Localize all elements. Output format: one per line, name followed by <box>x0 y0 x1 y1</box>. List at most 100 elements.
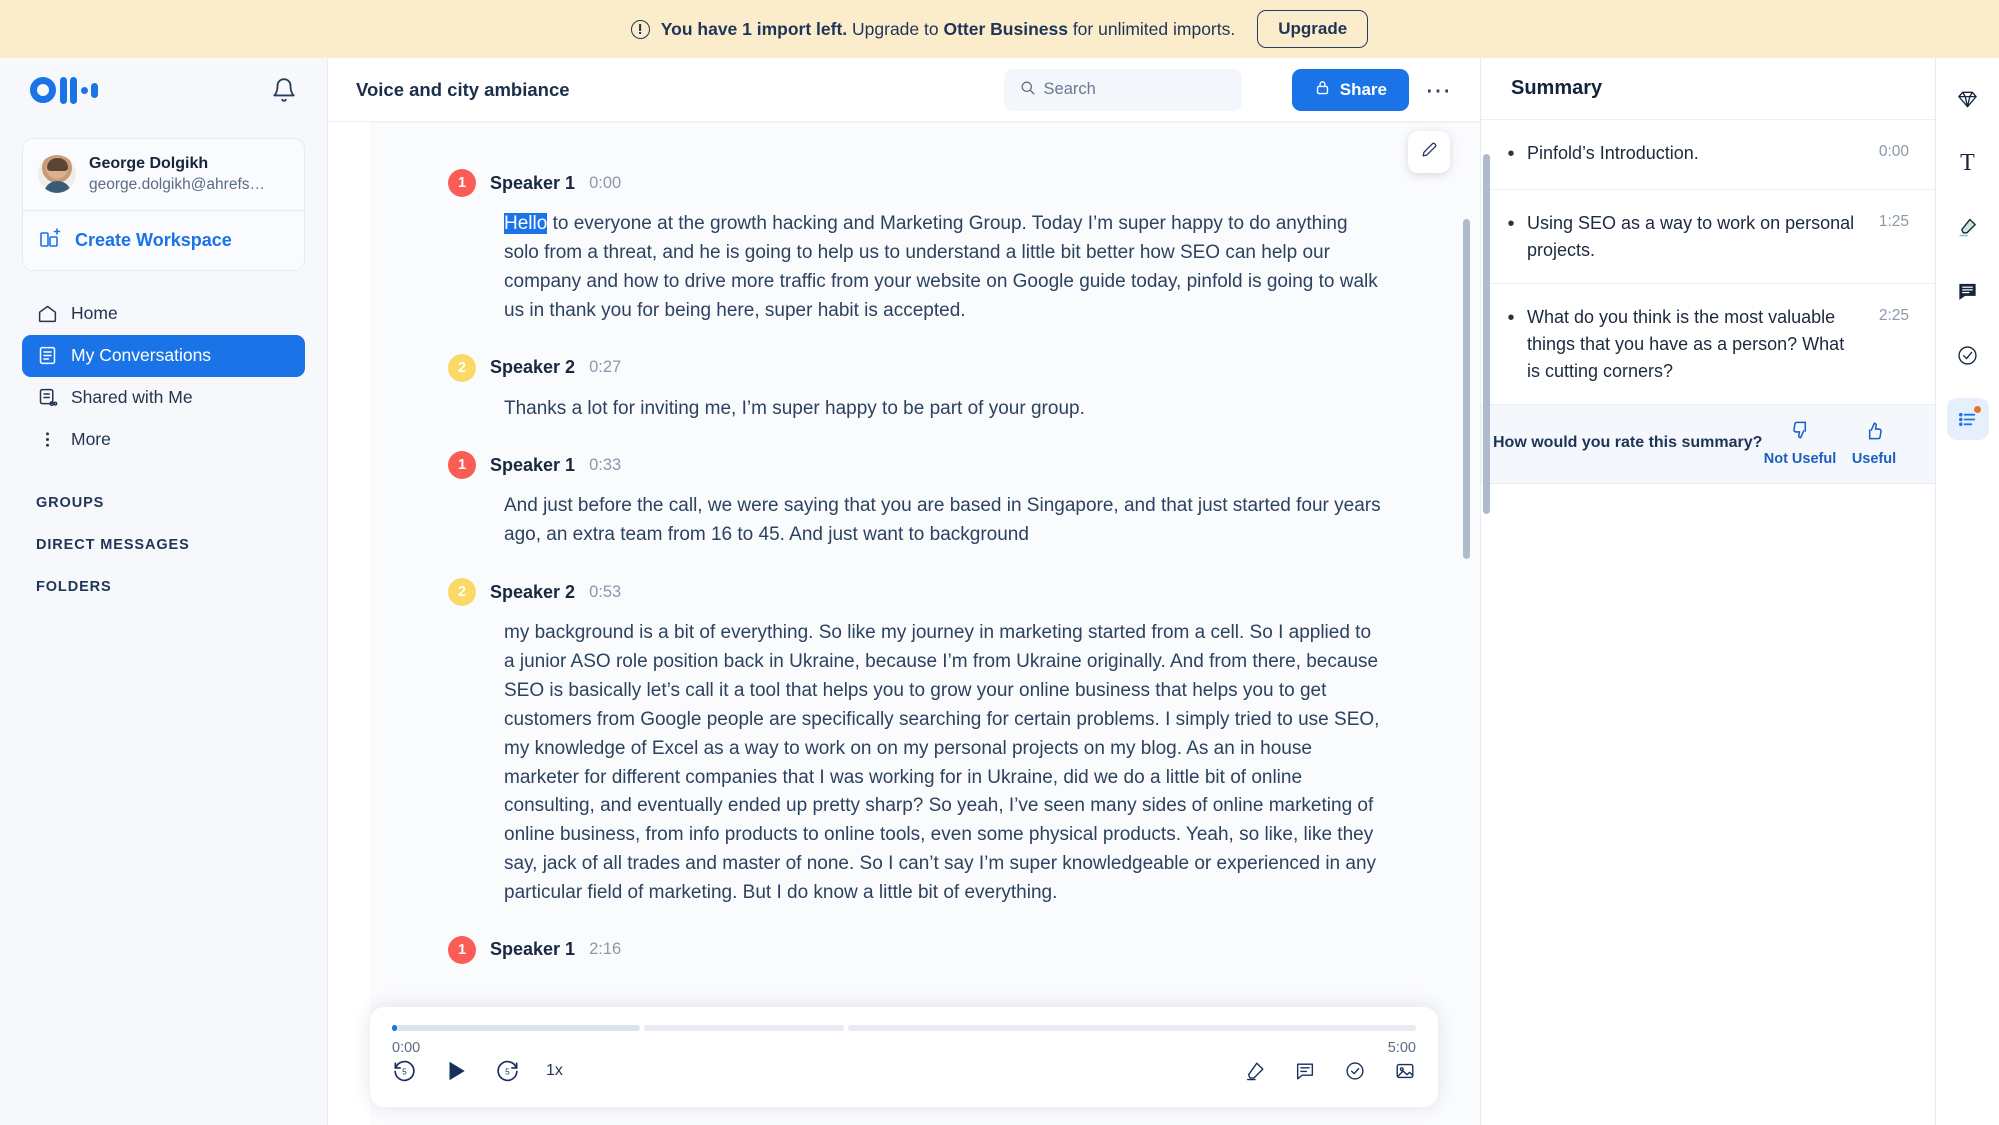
upgrade-button[interactable]: Upgrade <box>1257 10 1369 48</box>
highlight-icon[interactable] <box>1244 1060 1266 1082</box>
user-card[interactable]: George Dolgikh george.dolgikh@ahrefs… Cr… <box>22 138 305 271</box>
more-vertical-icon <box>36 429 58 451</box>
search-input[interactable] <box>1043 80 1227 99</box>
summary-panel: Summary • Pinfold’s Introduction. 0:00 •… <box>1480 58 1935 1125</box>
player-controls: 5 5 1x <box>392 1058 1416 1084</box>
summary-item-text[interactable]: Using SEO as a way to work on personal p… <box>1527 210 1859 263</box>
share-button[interactable]: Share <box>1291 68 1409 111</box>
text-icon[interactable]: T <box>1947 142 1989 184</box>
transcript-scrollbar-thumb[interactable] <box>1463 219 1470 559</box>
seek-segment[interactable] <box>644 1025 844 1031</box>
edit-transcript-button[interactable] <box>1408 131 1450 173</box>
create-workspace-button[interactable]: Create Workspace <box>23 211 304 270</box>
transcript-block[interactable]: 1 Speaker 1 0:33 And just before the cal… <box>448 451 1384 550</box>
outline-list-icon[interactable] <box>1946 398 1989 440</box>
transcript-scroll[interactable]: 1 Speaker 1 0:00 Hello to everyone at th… <box>370 123 1480 1125</box>
sidebar-item-shared-with-me[interactable]: Shared with Me <box>22 377 305 419</box>
section-folders[interactable]: FOLDERS <box>22 579 305 595</box>
check-circle-icon[interactable] <box>1947 334 1989 376</box>
play-button[interactable] <box>443 1058 469 1084</box>
comment-icon[interactable] <box>1294 1060 1316 1082</box>
summary-item[interactable]: • What do you think is the most valuable… <box>1481 284 1935 406</box>
playback-speed-button[interactable]: 1x <box>546 1062 563 1080</box>
summary-item-text[interactable]: What do you think is the most valuable t… <box>1527 304 1859 384</box>
not-useful-button[interactable]: Not Useful <box>1763 419 1837 467</box>
section-groups[interactable]: GROUPS <box>22 495 305 511</box>
forward-15-icon[interactable]: 5 <box>495 1059 520 1084</box>
image-icon[interactable] <box>1394 1060 1416 1082</box>
alert-circle-icon <box>630 19 650 39</box>
speaker-timestamp[interactable]: 0:33 <box>589 456 621 475</box>
speaker-badge[interactable]: 1 <box>448 935 476 964</box>
transcript-text[interactable]: Hello to everyone at the growth hacking … <box>448 210 1384 326</box>
speaker-badge[interactable]: 2 <box>448 578 476 607</box>
summary-title: Summary <box>1481 58 1935 120</box>
transcript-block[interactable]: 1 Speaker 1 2:16 <box>448 935 1384 964</box>
comment-icon[interactable] <box>1947 270 1989 312</box>
diamond-icon[interactable] <box>1947 78 1989 120</box>
useful-label: Useful <box>1851 451 1897 468</box>
transcript-block[interactable]: 2 Speaker 2 0:27 Thanks a lot for inviti… <box>448 353 1384 424</box>
summary-item-text[interactable]: Pinfold’s Introduction. <box>1527 140 1859 167</box>
section-direct-messages[interactable]: DIRECT MESSAGES <box>22 537 305 553</box>
speaker-badge[interactable]: 1 <box>448 451 476 480</box>
thumbs-up-icon <box>1863 419 1886 447</box>
transcript-zone: 1 Speaker 1 0:00 Hello to everyone at th… <box>328 122 1480 1125</box>
bell-icon[interactable] <box>271 77 297 103</box>
sidebar-nav: Home My Conversations Shared with Me Mor… <box>22 293 305 461</box>
seek-bar[interactable] <box>392 1025 1416 1031</box>
rewind-15-icon[interactable]: 5 <box>392 1059 417 1084</box>
transcript-block[interactable]: 1 Speaker 1 0:00 Hello to everyone at th… <box>448 169 1384 326</box>
useful-button[interactable]: Useful <box>1837 419 1911 467</box>
transcript-body[interactable]: to everyone at the growth hacking and Ma… <box>504 213 1378 321</box>
speaker-name[interactable]: Speaker 1 <box>490 455 575 476</box>
speaker-timestamp[interactable]: 0:27 <box>589 358 621 377</box>
create-workspace-label: Create Workspace <box>75 229 232 250</box>
speaker-timestamp[interactable]: 0:00 <box>589 174 621 193</box>
user-row[interactable]: George Dolgikh george.dolgikh@ahrefs… <box>23 139 304 210</box>
summary-item[interactable]: • Using SEO as a way to work on personal… <box>1481 190 1935 285</box>
topbar-actions: Share ⋯ <box>1291 68 1452 111</box>
summary-item[interactable]: • Pinfold’s Introduction. 0:00 <box>1481 120 1935 190</box>
summary-scrollbar[interactable] <box>1483 154 1490 514</box>
conversations-icon <box>36 345 58 367</box>
transcript-text[interactable]: my background is a bit of everything. So… <box>448 619 1384 908</box>
sidebar-item-home[interactable]: Home <box>22 293 305 335</box>
transcript-text[interactable]: And just before the call, we were saying… <box>448 492 1384 550</box>
summary-item-time[interactable]: 1:25 <box>1859 210 1909 231</box>
summary-item-time[interactable]: 2:25 <box>1859 304 1909 325</box>
audio-player: 0:00 5:00 5 5 1x <box>370 1007 1438 1107</box>
sidebar: George Dolgikh george.dolgikh@ahrefs… Cr… <box>0 58 328 1125</box>
speaker-name[interactable]: Speaker 2 <box>490 357 575 378</box>
more-options-button[interactable]: ⋯ <box>1425 77 1452 103</box>
speaker-name[interactable]: Speaker 1 <box>490 173 575 194</box>
sidebar-item-more[interactable]: More <box>22 419 305 461</box>
speaker-timestamp[interactable]: 0:53 <box>589 583 621 602</box>
transcript-head: 1 Speaker 1 0:00 <box>448 169 1384 197</box>
speaker-name[interactable]: Speaker 1 <box>490 939 575 960</box>
sidebar-item-label: More <box>71 429 111 450</box>
search-box[interactable] <box>1003 68 1242 111</box>
summary-item-time[interactable]: 0:00 <box>1859 140 1909 161</box>
speaker-badge[interactable]: 1 <box>448 169 476 197</box>
search-wrap <box>1003 68 1242 111</box>
highlighter-icon[interactable] <box>1947 206 1989 248</box>
banner-brand: Otter Business <box>943 18 1068 39</box>
total-time: 5:00 <box>1387 1040 1416 1056</box>
transcript-block[interactable]: 2 Speaker 2 0:53 my background is a bit … <box>448 578 1384 908</box>
speaker-timestamp[interactable]: 2:16 <box>589 940 621 959</box>
transcript-scrollbar[interactable] <box>1463 219 1470 1125</box>
action-item-icon[interactable] <box>1344 1060 1366 1082</box>
speaker-badge[interactable]: 2 <box>448 353 476 382</box>
seek-segment[interactable] <box>392 1025 640 1031</box>
transcript-text[interactable]: Thanks a lot for inviting me, I’m super … <box>448 395 1384 424</box>
banner-text-after: for unlimited imports. <box>1067 18 1236 39</box>
speaker-name[interactable]: Speaker 2 <box>490 582 575 603</box>
sidebar-item-my-conversations[interactable]: My Conversations <box>22 334 305 377</box>
otter-logo[interactable] <box>30 76 98 104</box>
selected-word[interactable]: Hello <box>504 213 548 234</box>
topbar: Voice and city ambiance Share <box>328 58 1480 122</box>
home-icon <box>36 303 58 325</box>
thumbs-down-icon <box>1789 419 1812 447</box>
seek-segment[interactable] <box>848 1025 1416 1031</box>
